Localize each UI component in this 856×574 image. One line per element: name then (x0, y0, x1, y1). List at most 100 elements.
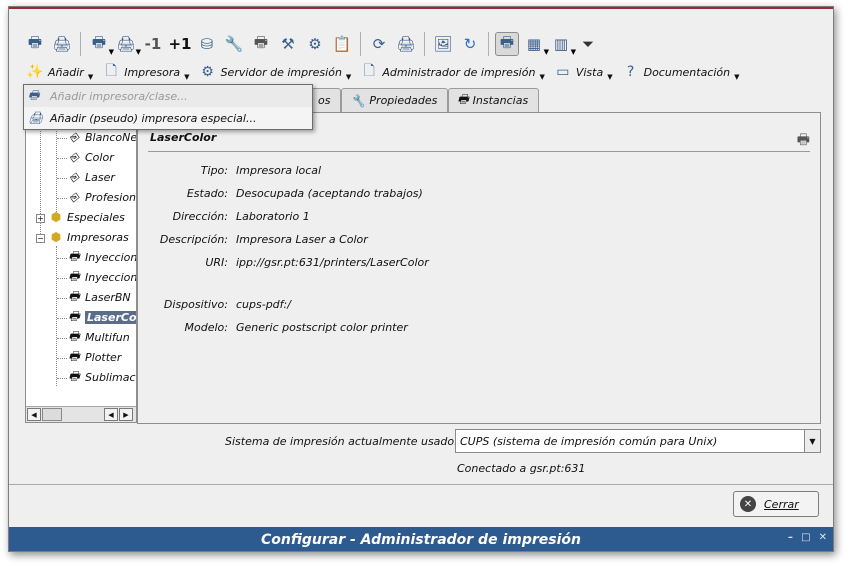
footer-divider (9, 484, 833, 485)
maximize-icon[interactable]: □ (801, 532, 810, 543)
scroll-left-arrow-icon[interactable]: ◀ (27, 408, 41, 421)
class-icon: ⎆ (69, 129, 79, 144)
clipboard-icon[interactable]: 📋 (330, 32, 354, 56)
window-titlebar[interactable]: Configurar - Administrador de impresión … (9, 527, 833, 551)
tab-instancias[interactable]: 🖶 Instancias (448, 88, 540, 112)
printer-list-icon[interactable]: 🖶 ▼ (87, 32, 114, 57)
view-icon[interactable]: ▦ ▼ (522, 32, 549, 56)
tree-item-especiales[interactable]: ⬢ Especiales (48, 208, 125, 226)
tree-collapse-toggle[interactable]: − (36, 234, 45, 243)
printer-icon[interactable]: 🖶 (249, 32, 273, 56)
detail-label: Estado: (186, 187, 228, 200)
menu-impresora[interactable]: 🗋 Impresora ▼ (99, 60, 191, 84)
class-icon: ⎆ (69, 169, 79, 184)
printer-add-icon[interactable]: 🖶 (23, 32, 47, 56)
detail-value: Impresora local (236, 164, 322, 177)
database-icon[interactable]: ⛁ (195, 32, 219, 56)
tree-item-label: Multifun (85, 330, 130, 344)
menu-vista[interactable]: ▭ Vista ▼ (551, 60, 615, 84)
menu-documentacion[interactable]: ? Documentación ▼ (619, 60, 742, 84)
tab-trabajos[interactable]: os (309, 88, 342, 112)
tree-item[interactable]: ⎆ BlancoNe (66, 128, 137, 146)
tree-item-label: LaserBN (85, 290, 131, 304)
tree-item[interactable]: ⎆ Profesion (66, 188, 136, 206)
printer-icon: 🖶 (68, 348, 80, 363)
reload-icon[interactable]: ↻ (458, 32, 482, 56)
image-icon[interactable]: 🖼 (431, 32, 455, 56)
tools-icon[interactable]: ⚒ (276, 32, 300, 56)
tree-item[interactable]: 🖶 Sublimac (66, 368, 135, 386)
detail-value: Desocupada (aceptando trabajos) (236, 187, 423, 200)
printer-icon: 🖶 (68, 268, 80, 283)
scroll-left-arrow-icon[interactable]: ◀ (104, 408, 118, 421)
close-window-icon[interactable]: ✕ (819, 532, 827, 543)
printer-special-icon[interactable]: 🖨 (50, 32, 74, 56)
panel-icon[interactable]: ▥ ▼ (549, 32, 576, 56)
class-icon: ⎆ (69, 189, 79, 204)
panel-divider (148, 151, 810, 152)
printer-refresh-icon[interactable]: 🖨 (394, 32, 418, 56)
tree-item[interactable]: 🖶 Multifun (66, 328, 130, 346)
printer-icon: 🖶 (68, 368, 80, 383)
tree-item[interactable]: ⎆ Color (66, 148, 114, 166)
tree-horizontal-scrollbar[interactable]: ◀ ◀ ▶ (26, 406, 136, 422)
menu-servidor[interactable]: ⚙ Servidor de impresión ▼ (196, 60, 354, 84)
tree-item-label: BlancoNe (85, 130, 137, 144)
printer-select-icon[interactable]: 🖶 (495, 32, 519, 56)
tree-item-label: Inyeccion (85, 250, 137, 264)
window-icon: ▭ (556, 64, 570, 80)
tree-item[interactable]: 🖶 Plotter (66, 348, 121, 366)
detail-value: Laboratorio 1 (236, 210, 310, 223)
toolbar-separator (424, 32, 425, 56)
printer-tree: ⎆ BlancoNe ⎆ Color ⎆ Laser ⎆ Profesion +… (25, 115, 137, 423)
minimize-icon[interactable]: – (788, 532, 793, 543)
tree-item[interactable]: 🖶 LaserBN (66, 288, 131, 306)
plus-one-icon[interactable]: +1 (168, 32, 192, 56)
minus-one-icon[interactable]: -1 (141, 32, 165, 56)
scroll-right-arrow-icon[interactable]: ▶ (119, 408, 133, 421)
detail-value: cups-pdf:/ (236, 298, 291, 311)
printer-icon: 🖶 (68, 288, 80, 303)
tree-item[interactable]: ⎆ Laser (66, 168, 115, 186)
menu-item-add-special-printer[interactable]: 🖨 Añadir (pseudo) impresora especial... (24, 107, 312, 129)
tree-item[interactable]: 🖶 Inyeccion (66, 248, 137, 266)
tree-item[interactable]: 🖶 Inyeccion (66, 268, 136, 286)
dropdown-arrow-icon: ▼ (734, 73, 740, 81)
menu-anadir[interactable]: ✨ Añadir ▼ (23, 60, 95, 84)
wrench-icon[interactable]: 🔧 (222, 32, 246, 56)
detail-value: Generic postscript color printer (236, 321, 408, 334)
dropdown-arrow-icon: ▼ (539, 73, 545, 81)
tab-label: Instancias (472, 94, 529, 107)
menu-label: Documentación (643, 65, 731, 79)
filter-icon[interactable]: ⏷ (576, 32, 600, 56)
help-icon: ? (626, 64, 635, 80)
detail-row-uri: URI: ipp://gsr.pt:631/printers/LaserColo… (138, 256, 822, 274)
menu-item-add-printer-class[interactable]: 🖶 Añadir impresora/clase... (24, 85, 312, 107)
menu-administrador[interactable]: 🗋 Administrador de impresión ▼ (357, 60, 547, 84)
tree-expand-toggle[interactable]: + (36, 214, 45, 223)
print-system-select[interactable]: CUPS (sistema de impresión común para Un… (455, 429, 821, 453)
printer-details-panel: LaserColor 🖶 Tipo: Impresora local Estad… (137, 112, 821, 424)
toolbar-separator (80, 32, 81, 56)
refresh-icon[interactable]: ⟳ (367, 32, 391, 56)
chevron-down-icon[interactable]: ▼ (804, 430, 820, 452)
close-icon: ✕ (740, 496, 756, 512)
close-button[interactable]: ✕ Cerrar (733, 491, 819, 517)
printer-config-icon[interactable]: 🖨 ▼ (114, 32, 141, 56)
settings-gear-icon[interactable]: ⚙ (303, 32, 327, 56)
tree-item-label: Impresoras (67, 230, 129, 244)
detail-label: URI: (205, 256, 228, 269)
document-icon: 🗋 (363, 63, 375, 79)
menu-item-label: Añadir impresora/clase... (50, 89, 188, 103)
dropdown-arrow-icon: ▼ (345, 73, 352, 81)
tab-propiedades[interactable]: 🔧 Propiedades (341, 88, 449, 112)
dropdown-arrow-icon: ▼ (87, 73, 94, 81)
tree-item-selected[interactable]: 🖶 LaserCol (66, 308, 136, 326)
toolbar-separator (360, 32, 361, 56)
class-icon: ⎆ (69, 149, 79, 164)
menubar: ✨ Añadir ▼ 🗋 Impresora ▼ ⚙ Servidor de i… (23, 59, 742, 85)
scrollbar-thumb[interactable] (42, 408, 62, 421)
print-system-value: CUPS (sistema de impresión común para Un… (460, 434, 718, 448)
tree-item-impresoras[interactable]: ⬢ Impresoras (48, 228, 129, 246)
detail-value: ipp://gsr.pt:631/printers/LaserColor (236, 256, 429, 269)
